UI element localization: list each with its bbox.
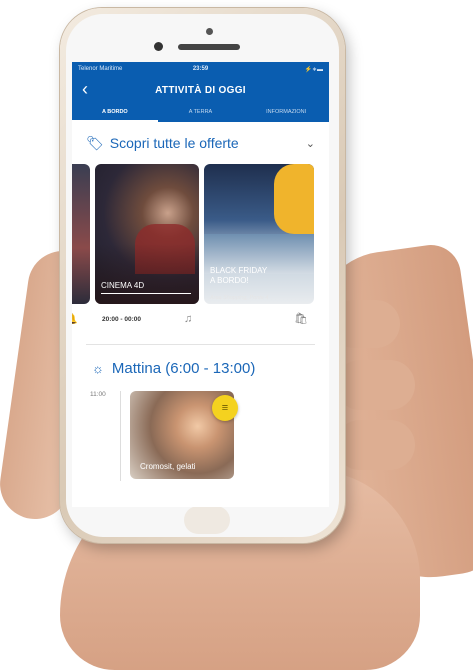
card-title-cinema: CINEMA 4D bbox=[101, 281, 191, 294]
tag-icon: 🏷 bbox=[86, 134, 104, 151]
filter-icon: ≡ bbox=[221, 402, 229, 414]
card-subtitle: Area Shopping, Ponte 4 bbox=[210, 295, 269, 301]
music-icon: ♫ bbox=[184, 313, 193, 325]
carrier-label: Telenor Maritime bbox=[78, 66, 123, 72]
app-bar: ‹ ATTIVITÀ DI OGGI bbox=[72, 76, 329, 104]
card-title-black-friday: BLACK FRIDAY A BORDO! bbox=[210, 266, 267, 286]
tab-bar: A BORDO A TERRA INFORMAZIONI bbox=[72, 104, 329, 122]
card-title-line2: A BORDO! bbox=[210, 276, 249, 285]
cinema-time: 20:00 - 00:00 bbox=[102, 316, 142, 323]
sunrise-icon: ☼ bbox=[92, 360, 104, 376]
tab-a-bordo[interactable]: A BORDO bbox=[72, 104, 158, 122]
bell-icon[interactable]: 🔔 bbox=[72, 312, 78, 325]
front-camera bbox=[206, 28, 213, 35]
offer-card-black-friday[interactable]: BLACK FRIDAY A BORDO! Area Shopping, Pon… bbox=[204, 164, 314, 304]
section-label: Mattina (6:00 - 13:00) bbox=[111, 359, 256, 377]
phone-screen: Telenor Maritime 23:59 ⚡∗▬ ‹ ATTIVITÀ DI… bbox=[72, 62, 329, 507]
chevron-down-icon[interactable]: ⌄ bbox=[306, 137, 315, 150]
offers-label: Scopri tutte le offerte bbox=[109, 135, 239, 151]
card-title-line1: BLACK FRIDAY bbox=[210, 266, 268, 275]
earpiece bbox=[178, 44, 240, 50]
ship-funnel-image bbox=[274, 164, 314, 234]
activity-title: Cromosit, gelati bbox=[140, 462, 196, 471]
shopping-bag-icon: 🛍 bbox=[294, 313, 308, 325]
offer-card-cinema[interactable]: CINEMA 4D bbox=[95, 164, 199, 304]
timeline-slot: 11:00 Cromosit, gelati bbox=[72, 391, 329, 501]
card-meta-row: 🔔 20:00 - 00:00 ♫ 🛍 bbox=[72, 312, 329, 336]
back-icon[interactable]: ‹ bbox=[82, 79, 88, 100]
finger-2 bbox=[335, 360, 415, 410]
filter-button[interactable]: ≡ bbox=[212, 395, 238, 421]
slot-hour: 11:00 bbox=[90, 391, 106, 398]
status-bar: Telenor Maritime 23:59 ⚡∗▬ bbox=[72, 62, 329, 76]
card-shade bbox=[95, 244, 199, 304]
offers-carousel[interactable]: CINEMA 4D BLACK FRIDAY A BORDO! Area Sho… bbox=[72, 164, 329, 312]
tab-informazioni[interactable]: INFORMAZIONI bbox=[243, 104, 329, 122]
finger-3 bbox=[335, 420, 415, 470]
section-morning: ☼ Mattina (6:00 - 13:00) bbox=[72, 345, 329, 391]
offer-card-partial[interactable] bbox=[72, 164, 90, 304]
home-button[interactable] bbox=[184, 506, 230, 534]
sensor bbox=[154, 42, 163, 51]
offers-toggle[interactable]: 🏷 Scopri tutte le offerte ⌄ bbox=[72, 122, 329, 164]
status-icons: ⚡∗▬ bbox=[304, 66, 324, 73]
tab-a-terra[interactable]: A TERRA bbox=[158, 104, 244, 122]
page-title: ATTIVITÀ DI OGGI bbox=[155, 84, 246, 96]
timeline-line bbox=[120, 391, 121, 481]
clock: 23:59 bbox=[192, 66, 209, 72]
